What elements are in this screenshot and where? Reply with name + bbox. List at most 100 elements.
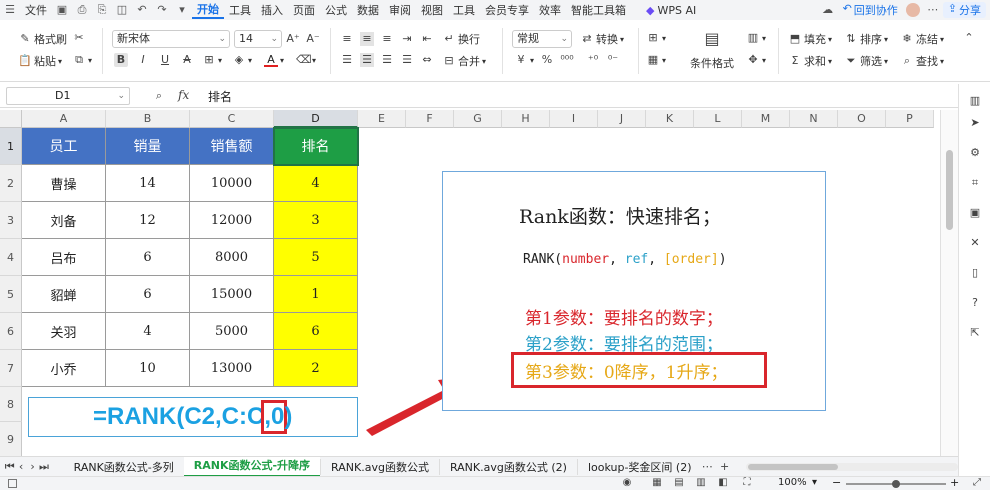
align-middle-button[interactable]: ≡ bbox=[360, 32, 374, 46]
strikethrough-button[interactable]: A bbox=[180, 53, 194, 67]
sheet-tab-0[interactable]: RANK函数公式-多列 bbox=[64, 459, 184, 475]
book-icon[interactable]: ▯ bbox=[968, 266, 982, 280]
scrollbar-thumb[interactable] bbox=[946, 150, 953, 230]
rows-cols-button[interactable]: ▥ ▾ bbox=[746, 31, 766, 45]
select-all-corner[interactable] bbox=[0, 110, 22, 128]
sum-button[interactable]: Σ 求和 ▾ bbox=[788, 53, 833, 69]
picture-icon[interactable]: ▣ bbox=[968, 206, 982, 220]
wps-ai-button[interactable]: ◆ WPS AI bbox=[641, 4, 701, 17]
rank-cell[interactable]: 4 bbox=[274, 165, 358, 202]
menu-tab-tools2[interactable]: 工具 bbox=[448, 2, 480, 18]
cut-button[interactable]: ✂ bbox=[72, 31, 86, 45]
fullscreen-icon[interactable]: ⛶ bbox=[740, 476, 754, 490]
row-header-2[interactable]: 2 bbox=[0, 165, 22, 202]
sidebar-toggle-icon[interactable]: ▥ bbox=[968, 94, 982, 108]
share-button[interactable]: ⇪ 分享 bbox=[942, 2, 986, 18]
share-link-icon[interactable]: ⇱ bbox=[968, 326, 982, 340]
row-header-9[interactable]: 9 bbox=[0, 422, 22, 457]
page-break-icon[interactable]: ▥ bbox=[694, 476, 708, 490]
more-icon[interactable]: ⋯ bbox=[926, 3, 940, 17]
align-top-button[interactable]: ≡ bbox=[340, 32, 354, 46]
column-header-b[interactable]: B bbox=[106, 110, 190, 128]
row-header-4[interactable]: 4 bbox=[0, 239, 22, 276]
add-sheet-icon[interactable]: + bbox=[719, 460, 730, 474]
freeze-button[interactable]: ❄ 冻结 ▾ bbox=[900, 31, 944, 47]
tools-icon[interactable]: ✕ bbox=[968, 236, 982, 250]
name-box[interactable]: D1 ⌄ bbox=[6, 87, 130, 105]
percent-button[interactable]: % bbox=[540, 53, 554, 67]
outdent-button[interactable]: ⇤ bbox=[420, 32, 434, 46]
sheet-list-icon[interactable]: ⋯ bbox=[702, 460, 713, 474]
rank-cell[interactable]: 5 bbox=[274, 239, 358, 276]
menu-tab-page[interactable]: 页面 bbox=[288, 2, 320, 18]
font-grow-button[interactable]: A⁺ bbox=[286, 32, 300, 46]
print-icon[interactable]: ⎘ bbox=[95, 3, 109, 17]
find-button[interactable]: ⌕ 查找 ▾ bbox=[900, 53, 944, 69]
indent-button[interactable]: ⇥ bbox=[400, 32, 414, 46]
row-header-5[interactable]: 5 bbox=[0, 276, 22, 313]
row-header-8[interactable]: 8 bbox=[0, 387, 22, 422]
table-style-button[interactable]: ⊞ ▾ bbox=[646, 31, 666, 45]
row-header-3[interactable]: 3 bbox=[0, 202, 22, 239]
number-format-select[interactable]: 常规 ⌄ bbox=[512, 30, 572, 48]
next-sheet-icon[interactable]: › bbox=[27, 460, 38, 474]
prev-sheet-icon[interactable]: ‹ bbox=[15, 460, 26, 474]
table-cell[interactable]: 10 bbox=[106, 350, 190, 387]
column-header-j[interactable]: J bbox=[598, 110, 646, 128]
cloud-icon[interactable]: ☁ bbox=[821, 3, 835, 17]
table-cell[interactable]: 12 bbox=[106, 202, 190, 239]
font-shrink-button[interactable]: A⁻ bbox=[306, 32, 320, 46]
conditional-format-button[interactable]: ▤ 条件格式 bbox=[690, 28, 734, 71]
rank-cell[interactable]: 3 bbox=[274, 202, 358, 239]
zoom-level[interactable]: 100% bbox=[778, 477, 807, 488]
table-cell[interactable]: 12000 bbox=[190, 202, 274, 239]
column-header-f[interactable]: F bbox=[406, 110, 454, 128]
collab-button[interactable]: ↶ 回到协作 bbox=[838, 2, 903, 18]
save-icon[interactable]: ▣ bbox=[55, 3, 69, 17]
sheet-tab-2[interactable]: RANK.avg函数公式 bbox=[320, 458, 439, 475]
macro-icon[interactable] bbox=[8, 479, 17, 488]
convert-button[interactable]: ⇄ 转换 ▾ bbox=[580, 31, 624, 47]
spreadsheet-grid[interactable]: ABCDEFGHIJKLMNOP 123456789 员工 销量 销售额 排名 曹操 14… bbox=[0, 110, 940, 457]
cell-style-button[interactable]: ▦ ▾ bbox=[646, 53, 666, 67]
column-header-o[interactable]: O bbox=[838, 110, 886, 128]
column-header-h[interactable]: H bbox=[502, 110, 550, 128]
formula-input[interactable]: 排名 bbox=[208, 88, 232, 105]
table-cell[interactable]: 关羽 bbox=[22, 313, 106, 350]
collapse-ribbon-button[interactable]: ⌃ bbox=[962, 31, 976, 45]
table-cell[interactable]: 曹操 bbox=[22, 165, 106, 202]
redo-icon[interactable]: ↷ bbox=[155, 3, 169, 17]
table-cell[interactable]: 13000 bbox=[190, 350, 274, 387]
underline-button[interactable]: U bbox=[158, 53, 172, 67]
column-header-g[interactable]: G bbox=[454, 110, 502, 128]
distribute-button[interactable]: ⇔ bbox=[420, 53, 434, 67]
menu-file[interactable]: 文件 bbox=[20, 2, 52, 18]
thousands-button[interactable]: ⁰⁰⁰ bbox=[560, 53, 574, 67]
column-header-a[interactable]: A bbox=[22, 110, 106, 128]
sort-button[interactable]: ⇅ 排序 ▾ bbox=[844, 31, 888, 47]
help-icon[interactable]: ? bbox=[968, 296, 982, 310]
column-header-p[interactable]: P bbox=[886, 110, 934, 128]
h-scrollbar-thumb[interactable] bbox=[748, 463, 839, 470]
decrease-decimal-button[interactable]: ⁰⁻ bbox=[606, 53, 620, 67]
table-cell[interactable]: 小乔 bbox=[22, 350, 106, 387]
font-name-select[interactable]: 新宋体 ⌄ bbox=[112, 30, 230, 48]
menu-tab-view[interactable]: 视图 bbox=[416, 2, 448, 18]
copy-button[interactable]: ⧉ ▾ bbox=[72, 53, 92, 67]
bold-button[interactable]: B bbox=[114, 53, 128, 67]
wrap-text-button[interactable]: ↵ 换行 bbox=[442, 31, 480, 47]
column-header-i[interactable]: I bbox=[550, 110, 598, 128]
table-cell[interactable]: 15000 bbox=[190, 276, 274, 313]
page-layout-icon[interactable]: ▤ bbox=[672, 476, 686, 490]
paste-button[interactable]: 📋 粘贴 ▾ bbox=[18, 53, 62, 69]
table-cell[interactable]: 8000 bbox=[190, 239, 274, 276]
select-cursor-icon[interactable]: ➤ bbox=[968, 116, 982, 130]
menu-tab-data[interactable]: 数据 bbox=[352, 2, 384, 18]
menu-tab-efficiency[interactable]: 效率 bbox=[534, 2, 566, 18]
sheet-tab-3[interactable]: RANK.avg函数公式 (2) bbox=[438, 458, 577, 475]
table-cell[interactable]: 6 bbox=[106, 276, 190, 313]
zoom-dropdown-icon[interactable]: ▾ bbox=[812, 477, 817, 488]
table-cell[interactable]: 5000 bbox=[190, 313, 274, 350]
normal-view-icon[interactable]: ▦ bbox=[650, 476, 664, 490]
merge-button[interactable]: ⊟ 合并 ▾ bbox=[442, 53, 486, 69]
